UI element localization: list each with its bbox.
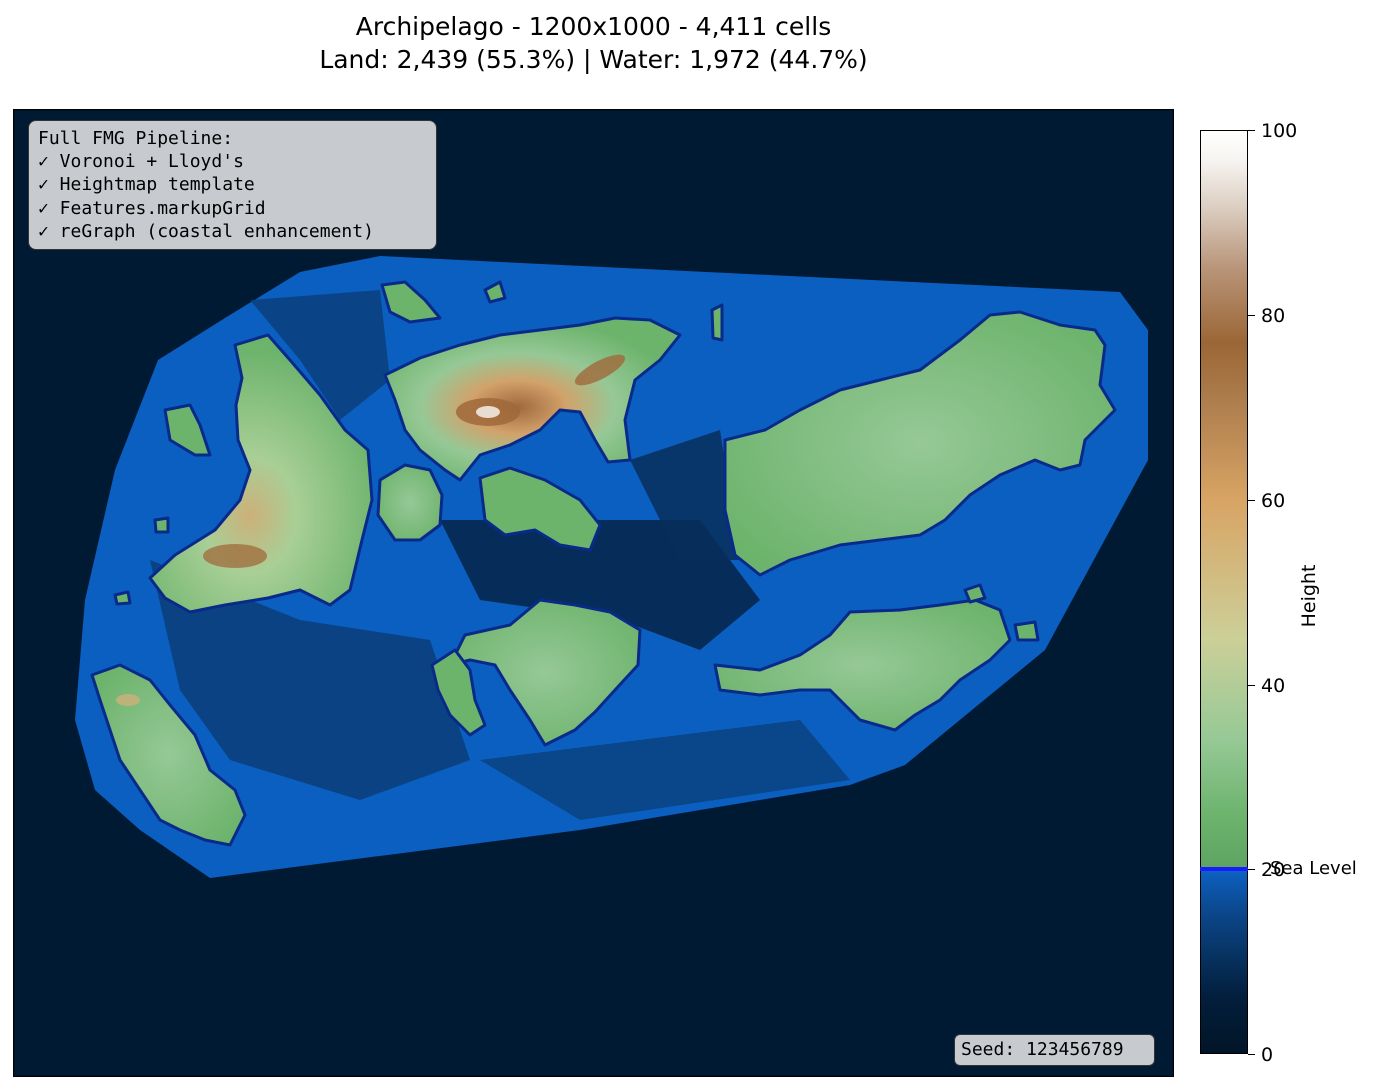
colorbar-tick bbox=[1248, 130, 1255, 131]
seed-label: Seed: 123456789 bbox=[954, 1034, 1155, 1066]
map-title: Archipelago - 1200x1000 - 4,411 cells bbox=[355, 12, 832, 41]
peak bbox=[203, 544, 267, 568]
colorbar-tick bbox=[1248, 869, 1255, 870]
pipeline-info-box: Full FMG Pipeline: ✓ Voronoi + Lloyd's ✓… bbox=[28, 120, 437, 250]
peak bbox=[476, 406, 500, 418]
colorbar-axis-label: Height bbox=[1298, 564, 1320, 628]
islet bbox=[963, 583, 987, 604]
colorbar-tick bbox=[1248, 315, 1255, 316]
colorbar-tick-label: 40 bbox=[1261, 675, 1286, 697]
islet bbox=[153, 516, 170, 534]
peak bbox=[116, 694, 140, 706]
island-central-round bbox=[376, 463, 444, 542]
colorbar-tick bbox=[1248, 685, 1255, 686]
info-line: ✓ Heightmap template bbox=[38, 174, 255, 196]
map-stats: Land: 2,439 (55.3%) | Water: 1,972 (44.7… bbox=[319, 45, 868, 74]
heightmap bbox=[13, 109, 1174, 1077]
sea-level-line bbox=[1200, 867, 1248, 871]
height-colorbar bbox=[1200, 130, 1248, 1054]
colorbar-tick bbox=[1248, 1054, 1255, 1055]
islet bbox=[710, 303, 724, 342]
colorbar-tick-label: 100 bbox=[1261, 120, 1298, 142]
info-line: ✓ Features.markupGrid bbox=[38, 197, 266, 219]
info-line: ✓ reGraph (coastal enhancement) bbox=[38, 220, 374, 242]
colorbar-tick-label: 0 bbox=[1261, 1044, 1274, 1066]
sea-level-label: Sea Level bbox=[1270, 858, 1357, 879]
islet bbox=[1013, 620, 1040, 642]
info-line: ✓ Voronoi + Lloyd's bbox=[38, 151, 244, 173]
colorbar-tick bbox=[1248, 500, 1255, 501]
islet bbox=[113, 590, 132, 606]
info-line: Full FMG Pipeline: bbox=[38, 128, 234, 149]
colorbar-tick-label: 80 bbox=[1261, 305, 1286, 327]
colorbar-tick-label: 60 bbox=[1261, 490, 1286, 512]
